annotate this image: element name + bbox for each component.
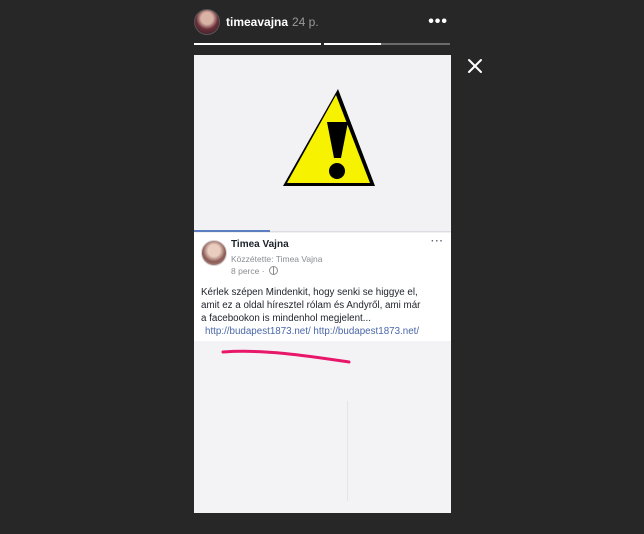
author-avatar[interactable]	[201, 240, 227, 266]
progress-fill	[194, 43, 321, 45]
post-text-line: Kérlek szépen Mindenkit, hogy senki se h…	[201, 287, 418, 298]
post-shared-by: Közzétette: Timea Vajna	[231, 254, 323, 264]
more-options-icon[interactable]: •••	[428, 13, 448, 31]
post-link[interactable]: http://budapest1873.net/	[205, 326, 311, 337]
username[interactable]: timeavajna	[226, 15, 288, 29]
story-progress	[194, 43, 450, 45]
warning-triangle-icon	[283, 89, 375, 186]
progress-segment	[324, 43, 450, 45]
divider	[270, 231, 451, 232]
post-time: 8 perce ·	[231, 266, 278, 276]
post-more-icon[interactable]: ···	[431, 236, 444, 247]
story-background	[194, 341, 451, 513]
post-time-text: 8 perce ·	[231, 266, 267, 276]
post-text-line: amit ez a oldal híresztel rólam és Andyr…	[201, 300, 421, 311]
profile-avatar[interactable]	[194, 9, 220, 35]
story-header: timeavajna 24 p. •••	[194, 8, 450, 38]
preview-progress-bar	[194, 230, 270, 232]
story-time: 24 p.	[292, 15, 319, 29]
post-text-line: a facebookon is mindenhol megjelent...	[201, 313, 371, 324]
link-preview-image	[194, 55, 451, 231]
progress-segment	[194, 43, 321, 45]
close-icon[interactable]	[465, 56, 485, 76]
globe-icon	[268, 266, 278, 275]
story-card[interactable]: Timea Vajna Közzétette: Timea Vajna 8 pe…	[194, 55, 451, 513]
divider	[347, 401, 348, 501]
post-link[interactable]: http://budapest1873.net/	[313, 326, 419, 337]
progress-fill	[324, 43, 381, 45]
post-author[interactable]: Timea Vajna	[231, 239, 289, 250]
post-links: http://budapest1873.net/ http://budapest…	[205, 326, 419, 337]
facebook-post: Timea Vajna Közzétette: Timea Vajna 8 pe…	[194, 233, 451, 341]
post-text: Kérlek szépen Mindenkit, hogy senki se h…	[201, 286, 449, 325]
